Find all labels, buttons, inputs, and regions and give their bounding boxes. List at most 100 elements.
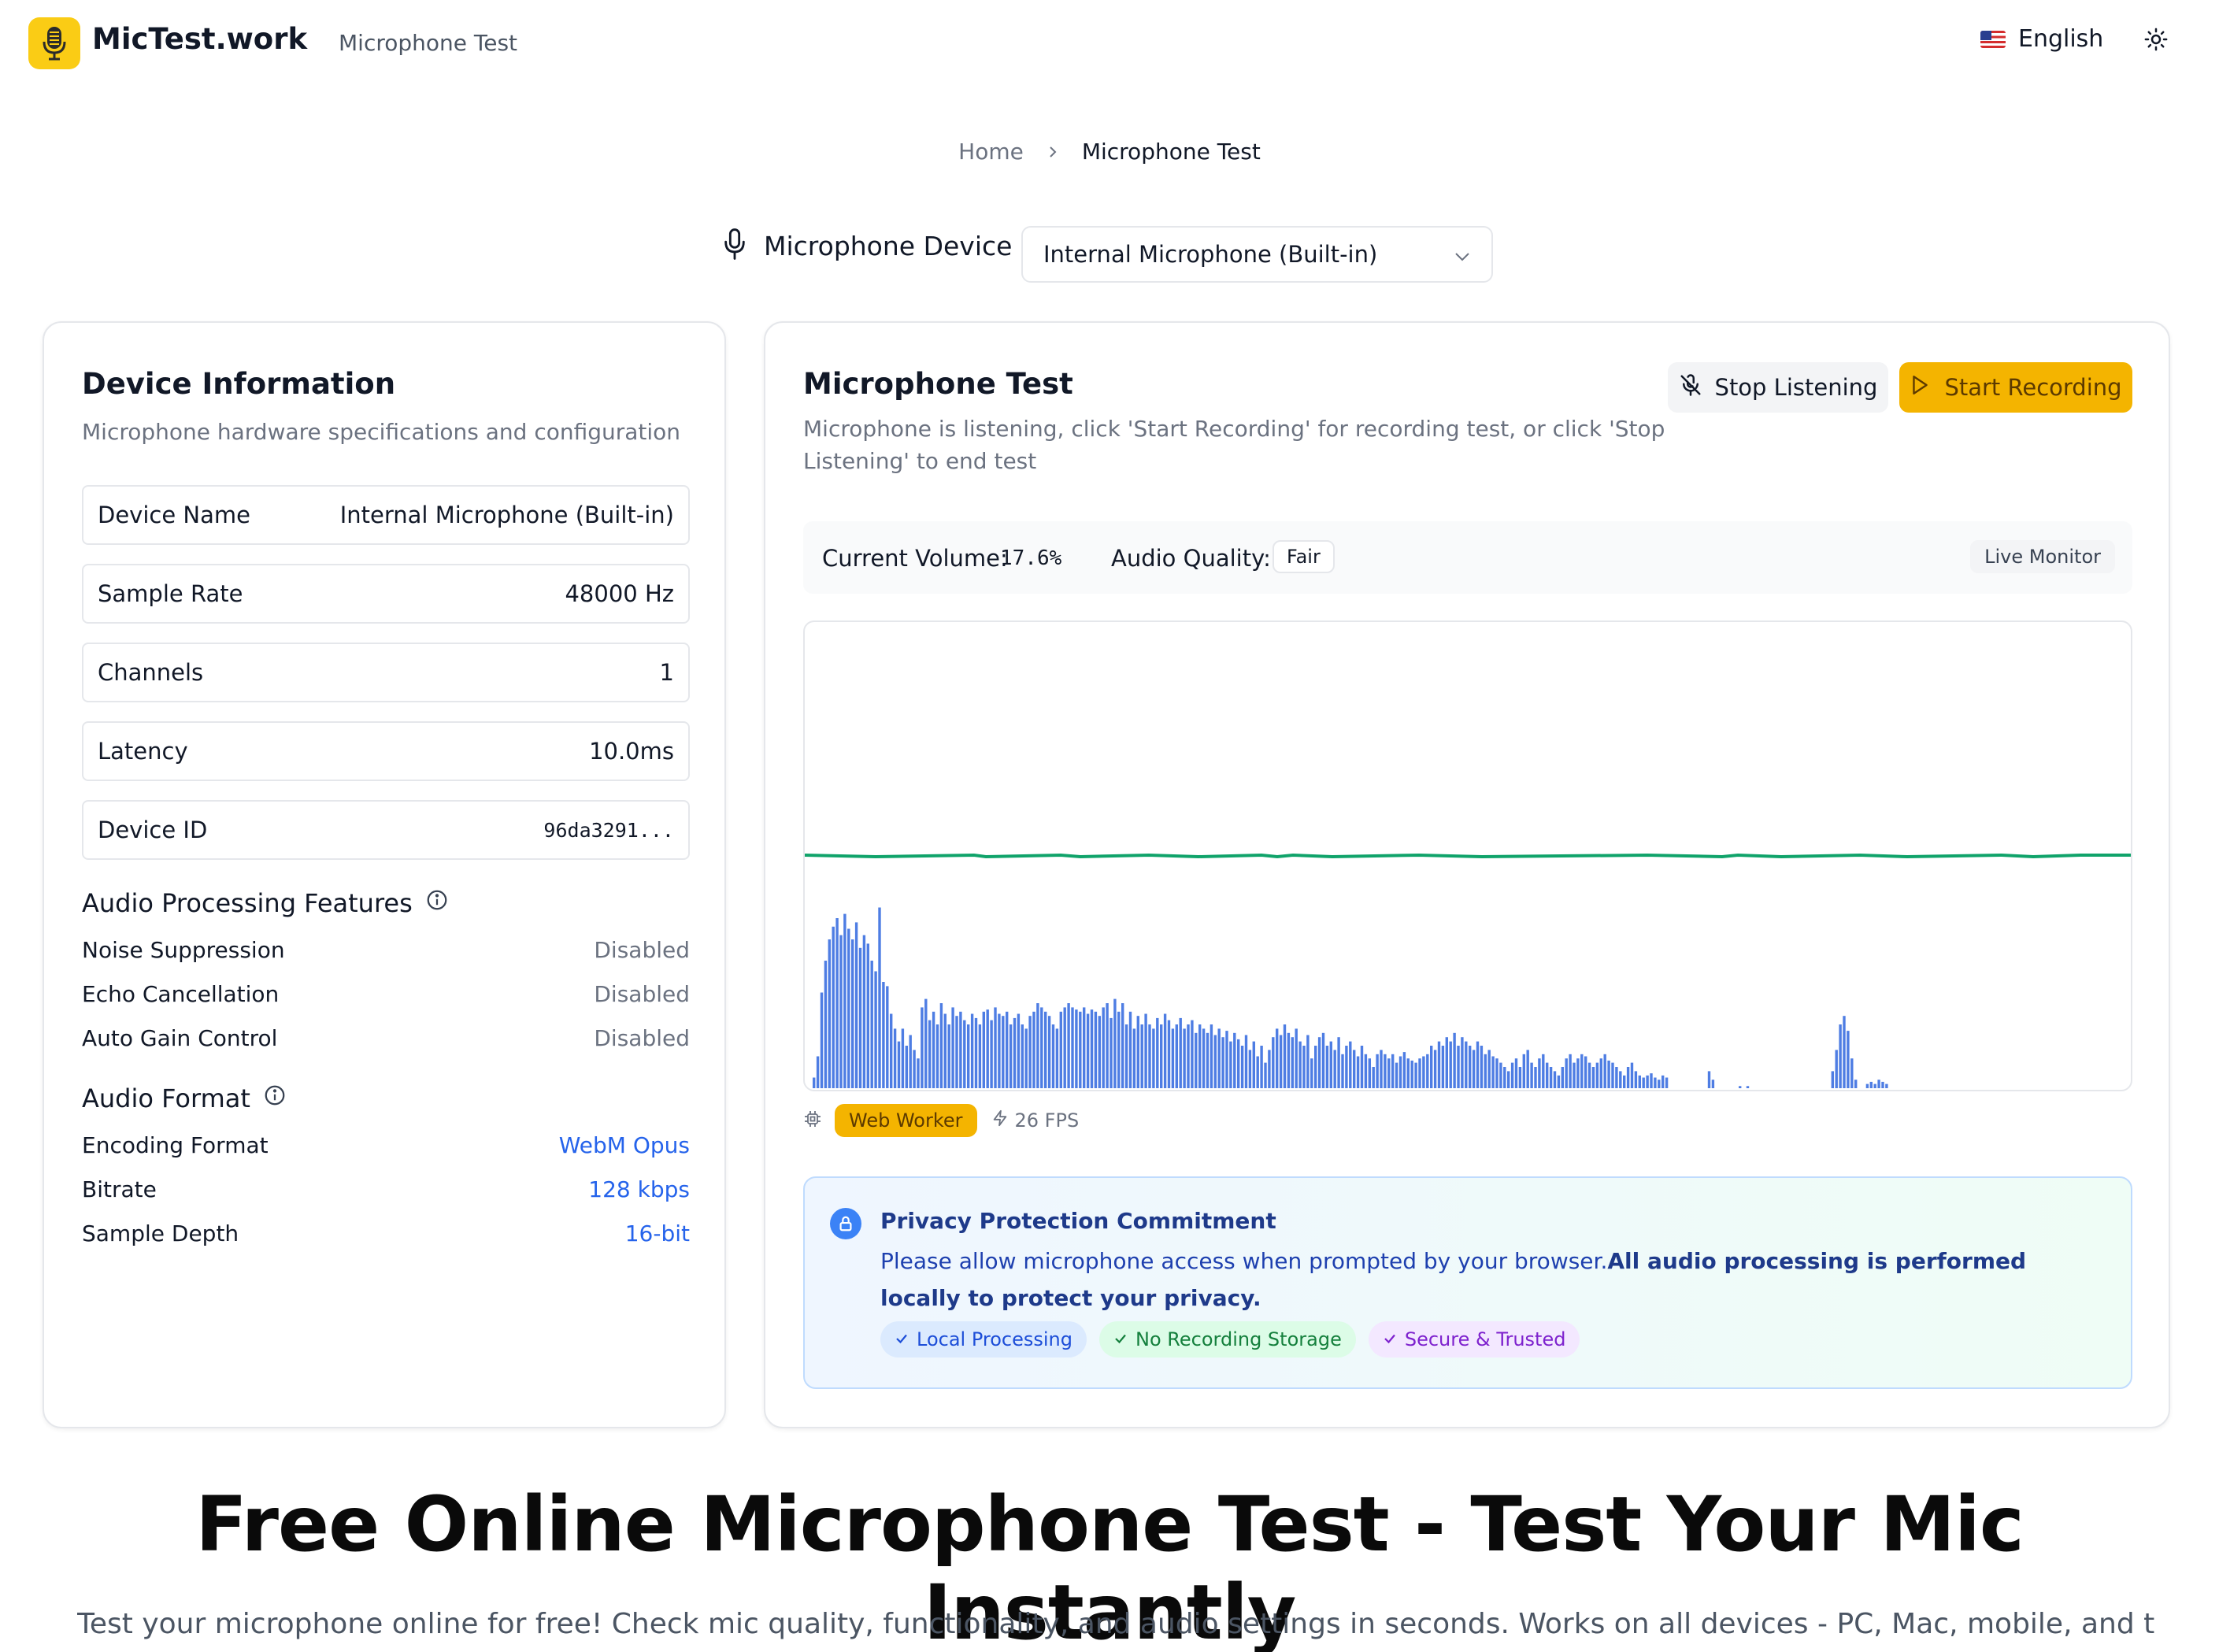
frequency-bar — [1302, 1046, 1306, 1088]
theme-toggle-sun-icon[interactable] — [2140, 24, 2172, 55]
frequency-bar — [1626, 1067, 1630, 1088]
info-row-sample-rate: Sample Rate 48000 Hz — [82, 564, 690, 624]
info-icon[interactable] — [263, 1083, 287, 1113]
frequency-bar — [1306, 1035, 1310, 1088]
frequency-bar — [1160, 1024, 1163, 1088]
frequency-bar — [1102, 1007, 1105, 1088]
frequency-bar — [843, 913, 846, 1088]
frequency-bar — [1287, 1032, 1291, 1088]
frequency-bar — [959, 1011, 962, 1088]
frequency-bar — [1256, 1056, 1259, 1088]
frequency-bar — [1279, 1035, 1283, 1088]
frequency-bar — [928, 1020, 932, 1088]
info-label: Device ID — [98, 817, 208, 843]
language-label: English — [2018, 25, 2104, 53]
start-recording-button[interactable]: Start Recording — [1899, 362, 2132, 413]
frequency-bar — [978, 1024, 982, 1088]
format-row-encoding: Encoding Format WebM Opus — [82, 1132, 690, 1158]
frequency-bar — [870, 961, 873, 1088]
frequency-bar — [951, 1007, 954, 1088]
feature-label: Echo Cancellation — [82, 981, 280, 1007]
current-volume-label: Current Volume: — [822, 545, 1008, 572]
info-icon[interactable] — [425, 888, 449, 918]
frequency-bar — [1229, 1041, 1232, 1088]
frequency-bar — [1098, 1016, 1101, 1088]
frequency-bar — [1310, 1058, 1313, 1088]
frequency-bar — [994, 1007, 997, 1088]
audio-quality-label: Audio Quality: — [1111, 545, 1271, 572]
frequency-bar — [1595, 1062, 1599, 1088]
frequency-bar — [1487, 1050, 1491, 1088]
info-row-device-id: Device ID 96da3291... — [82, 800, 690, 860]
info-row-latency: Latency 10.0ms — [82, 721, 690, 781]
current-volume-value: 17.6% — [1000, 546, 1062, 570]
frequency-bar — [1395, 1062, 1398, 1088]
frequency-bar — [909, 1035, 912, 1088]
frequency-bar — [1549, 1067, 1553, 1088]
frequency-bar — [1329, 1041, 1332, 1088]
nav-link-microphone-test[interactable]: Microphone Test — [339, 30, 517, 56]
frequency-bar — [1059, 1011, 1062, 1088]
frequency-bar — [1603, 1054, 1606, 1088]
frequency-bar — [1075, 1009, 1078, 1088]
frequency-bar — [1491, 1056, 1495, 1088]
language-selector[interactable]: English — [1980, 25, 2103, 53]
breadcrumb-home[interactable]: Home — [958, 139, 1024, 165]
device-select-dropdown[interactable]: Internal Microphone (Built-in) — [1021, 226, 1493, 283]
hero-subtitle: Test your microphone online for free! Ch… — [77, 1608, 2156, 1640]
frequency-bar — [1580, 1054, 1584, 1088]
us-flag-icon — [1980, 30, 2006, 48]
logo-microphone-icon[interactable] — [28, 17, 80, 69]
check-icon — [1383, 1328, 1397, 1350]
frequency-bar — [1646, 1075, 1649, 1088]
frequency-bar — [1495, 1058, 1498, 1088]
frequency-bar — [1325, 1046, 1329, 1088]
frequency-bar — [924, 998, 928, 1088]
frequency-bar — [1526, 1050, 1529, 1088]
frequency-bar — [1152, 1028, 1155, 1088]
device-info-title: Device Information — [82, 367, 396, 401]
check-icon — [1113, 1328, 1128, 1350]
info-value: Internal Microphone (Built-in) — [339, 502, 674, 528]
frequency-bar — [935, 1024, 939, 1088]
frequency-bar — [882, 982, 885, 1088]
frequency-bar — [832, 926, 835, 1088]
fps-indicator: 26 FPS — [991, 1109, 1079, 1132]
chevron-right-icon — [1046, 144, 1060, 160]
microphone-test-card: Microphone Test Microphone is listening,… — [764, 321, 2170, 1428]
frequency-bar — [1117, 1011, 1121, 1088]
frequency-bar — [1430, 1046, 1433, 1088]
frequency-bar — [1341, 1054, 1344, 1088]
privacy-text: Please allow microphone access when prom… — [880, 1243, 2109, 1317]
frequency-bar — [1283, 1024, 1287, 1088]
tag-local-processing: Local Processing — [880, 1321, 1087, 1358]
info-row-device-name: Device Name Internal Microphone (Built-i… — [82, 485, 690, 545]
info-value: 10.0ms — [589, 738, 674, 765]
brand-name[interactable]: MicTest.work — [92, 22, 307, 56]
frequency-bar — [824, 961, 828, 1088]
site-header: MicTest.work Microphone Test English — [0, 0, 2219, 88]
frequency-bar — [1665, 1077, 1669, 1088]
frequency-bar — [1051, 1024, 1055, 1088]
frequency-bar — [897, 1041, 901, 1088]
frequency-bar — [1067, 1003, 1070, 1088]
mic-test-subtitle-line2: Listening' to end test — [803, 448, 1037, 474]
frequency-bar — [1472, 1050, 1476, 1088]
frequency-bar — [1106, 1003, 1109, 1088]
check-icon — [895, 1328, 909, 1350]
visualizer-canvas — [805, 853, 2131, 1088]
format-label: Sample Depth — [82, 1220, 239, 1246]
frequency-bar — [1615, 1067, 1618, 1088]
start-recording-label: Start Recording — [1944, 374, 2122, 401]
format-value: 128 kbps — [588, 1176, 690, 1202]
frequency-bar — [947, 1024, 950, 1088]
frequency-bar — [1561, 1067, 1564, 1088]
frequency-bar — [1510, 1062, 1514, 1088]
frequency-bar — [1121, 1003, 1124, 1088]
frequency-bar — [1650, 1073, 1653, 1088]
frequency-bar — [1873, 1083, 1876, 1088]
frequency-bar — [1055, 1028, 1059, 1088]
stop-listening-button[interactable]: Stop Listening — [1668, 362, 1888, 413]
frequency-bar — [1514, 1058, 1518, 1088]
waveform-line — [805, 853, 2131, 859]
